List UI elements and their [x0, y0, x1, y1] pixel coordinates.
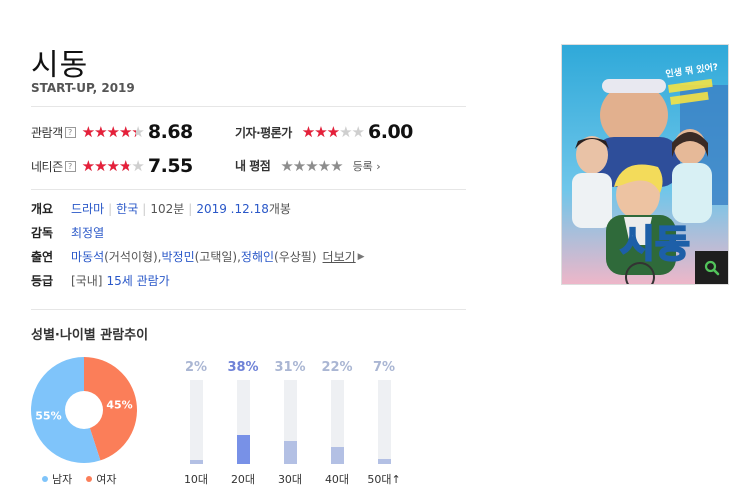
- chart-section-title: 성별·나이별 관람추이: [31, 328, 149, 343]
- male-legend-dot: [42, 476, 48, 482]
- bar: [378, 458, 391, 464]
- bar-value-label: 31%: [274, 360, 306, 375]
- register-rating-link[interactable]: 등록 ›: [353, 158, 381, 174]
- poster-image: 인생 뭐 있어? 시동: [562, 45, 728, 284]
- poster-title: 시동: [620, 222, 690, 266]
- director-row: 감독 최정열: [31, 226, 104, 240]
- netizen-rating: 네티즌 ? ★★★★★★★★★★ 7.55: [31, 155, 193, 177]
- bar-category-label: 20대: [230, 473, 256, 486]
- pie-label-female: 45%: [106, 398, 132, 411]
- bar: [284, 440, 297, 464]
- zoom-button[interactable]: [695, 251, 728, 284]
- release-suffix: 개봉: [268, 202, 291, 216]
- audience-rating: 관람객 ? ★★★★★★★★★★ 8.68: [31, 121, 193, 143]
- overview-row: 개요 드라마 | 한국 | 102분 | 2019 .12.18 개봉: [31, 202, 291, 216]
- bar: [190, 460, 203, 464]
- runtime: 102분: [150, 202, 185, 216]
- help-icon[interactable]: ?: [64, 160, 76, 172]
- cast-label: 출연: [31, 250, 54, 264]
- cast-role: (거석이형): [104, 250, 158, 264]
- netizen-score: 7.55: [147, 155, 193, 177]
- audience-rating-label: 관람객: [31, 125, 63, 140]
- search-icon: [704, 260, 719, 275]
- critic-score: 6.00: [368, 121, 413, 143]
- director-link[interactable]: 최정열: [71, 226, 104, 240]
- cast-link[interactable]: 정해인: [241, 250, 274, 264]
- bar-value-label: 38%: [227, 360, 259, 375]
- my-rating-label: 내 평점: [235, 159, 271, 173]
- cast-row: 출연 마동석 (거석이형), 박정민 (고택일), 정해인 (우상필) 더보기 ▶: [31, 250, 365, 264]
- bar-track: [237, 380, 250, 464]
- bar-track: [378, 380, 391, 464]
- movie-title: 시동: [31, 48, 89, 83]
- country-link[interactable]: 한국: [116, 202, 138, 216]
- audience-score: 8.68: [147, 121, 193, 143]
- divider: [31, 189, 466, 190]
- grade-row: 등급 [국내] 15세 관람가: [31, 274, 170, 288]
- bar-category-label: 50대↑: [367, 473, 401, 486]
- bar: [237, 435, 250, 464]
- netizen-stars: ★★★★★★★★★★: [81, 157, 145, 175]
- cast-role: (고택일): [194, 250, 238, 264]
- bar-value-label: 2%: [184, 360, 208, 375]
- bar-value-label: 22%: [321, 360, 353, 375]
- movie-poster[interactable]: 인생 뭐 있어? 시동: [561, 44, 729, 285]
- grade-prefix: [국내]: [71, 274, 103, 288]
- my-rating: 내 평점 ★★★★★ 등록 ›: [235, 157, 381, 174]
- release-date-link[interactable]: 2019 .12.18: [196, 202, 269, 216]
- arrow-right-icon: ▶: [357, 252, 365, 262]
- gender-pie-chart: 45% 55%: [31, 357, 137, 463]
- grade-link[interactable]: 15세 관람가: [106, 274, 169, 288]
- legend-male: 남자: [52, 473, 73, 486]
- movie-subtitle: START-UP, 2019: [31, 81, 135, 95]
- pie-legend: 남자 여자: [42, 471, 117, 487]
- divider: [31, 309, 466, 310]
- director-label: 감독: [31, 226, 54, 240]
- audience-stars: ★★★★★★★★★★: [81, 123, 145, 141]
- grade-label: 등급: [31, 274, 54, 288]
- divider: [31, 106, 466, 107]
- pie-label-male: 55%: [35, 410, 61, 423]
- critic-stars: ★★★★★★★★★★: [301, 123, 365, 141]
- more-cast-link[interactable]: 더보기: [323, 250, 356, 264]
- bar-track: [331, 380, 344, 464]
- pie-hole: [65, 391, 103, 429]
- cast-role: (우상필): [274, 250, 317, 264]
- bar-track: [190, 380, 203, 464]
- my-rating-stars[interactable]: ★★★★★: [280, 158, 343, 174]
- bar-value-label: 7%: [372, 360, 396, 375]
- netizen-rating-label: 네티즌: [31, 159, 63, 174]
- bar-track: [284, 380, 297, 464]
- genre-link[interactable]: 드라마: [71, 202, 104, 216]
- critic-rating-label: 기자·평론가: [235, 125, 292, 140]
- female-legend-dot: [86, 476, 93, 482]
- cast-link[interactable]: 마동석: [71, 250, 104, 264]
- help-icon[interactable]: ?: [64, 126, 76, 138]
- bar: [331, 447, 344, 464]
- bar-category-label: 10대: [183, 473, 209, 486]
- legend-female: 여자: [96, 473, 117, 486]
- overview-label: 개요: [31, 202, 54, 216]
- critic-rating: 기자·평론가 ★★★★★★★★★★ 6.00: [235, 121, 413, 143]
- bar-category-label: 40대: [324, 473, 350, 486]
- bar-category-label: 30대: [277, 473, 303, 486]
- cast-link[interactable]: 박정민: [161, 250, 194, 264]
